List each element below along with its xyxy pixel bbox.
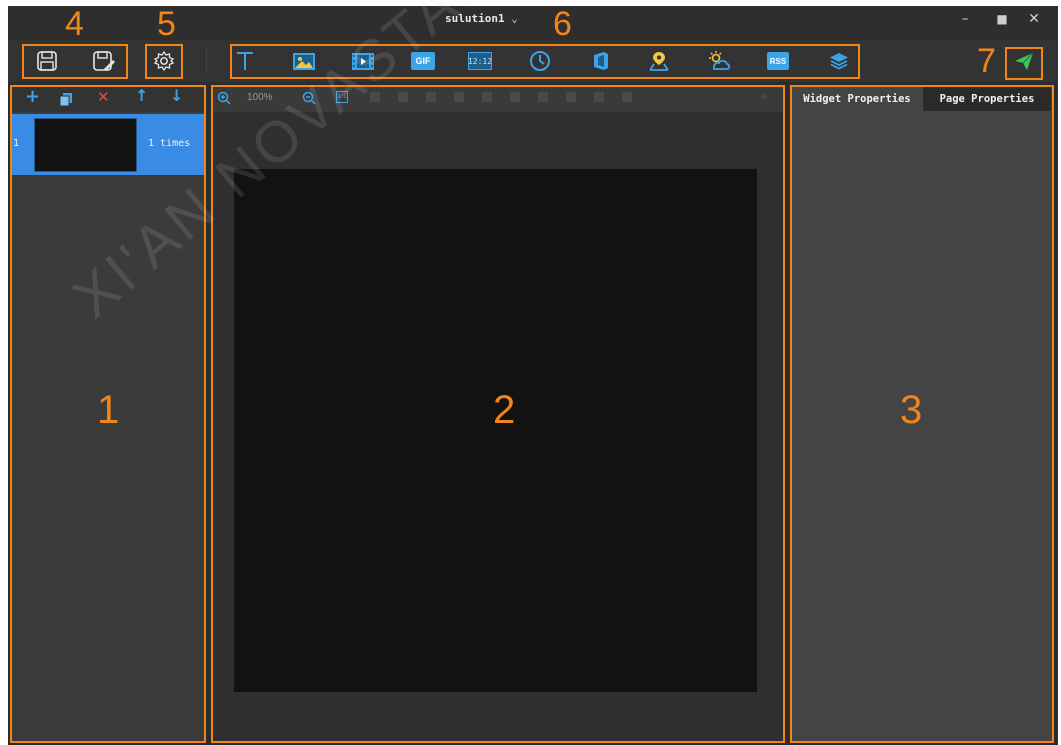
chevron-down-icon[interactable]: ⌄ xyxy=(511,12,518,25)
callout-2: 2 xyxy=(493,388,516,432)
callout-4: 4 xyxy=(65,5,84,43)
rss-icon: RSS xyxy=(767,52,789,70)
toolbar-separator xyxy=(206,48,207,74)
save-icon xyxy=(37,51,57,71)
callout-1: 1 xyxy=(97,388,120,432)
save-as-button[interactable] xyxy=(90,48,118,74)
close-icon[interactable]: ✕ xyxy=(1024,10,1044,28)
settings-button[interactable] xyxy=(150,48,178,74)
office-button[interactable] xyxy=(587,48,615,74)
minimize-icon[interactable]: – xyxy=(955,10,975,28)
map-pin-icon xyxy=(649,52,669,71)
weather-button[interactable] xyxy=(705,48,733,74)
layers-button[interactable] xyxy=(825,48,853,74)
digital-clock-button[interactable]: 12:12 xyxy=(466,48,494,74)
text-button[interactable] xyxy=(231,48,259,74)
callout-7: 7 xyxy=(977,42,996,80)
layers-icon xyxy=(830,53,848,70)
weather-icon xyxy=(709,51,731,70)
callout-6: 6 xyxy=(553,5,572,43)
map-button[interactable] xyxy=(645,48,673,74)
save-as-icon xyxy=(93,51,115,71)
office-icon xyxy=(594,52,608,70)
rss-button[interactable]: RSS xyxy=(764,48,792,74)
callout-3: 3 xyxy=(900,388,923,432)
callout-5: 5 xyxy=(157,5,176,43)
analog-clock-button[interactable] xyxy=(526,48,554,74)
gear-icon xyxy=(153,50,175,72)
digital-clock-icon: 12:12 xyxy=(468,52,492,70)
analog-clock-icon xyxy=(530,51,550,71)
maximize-icon[interactable]: ■ xyxy=(992,10,1012,28)
send-icon xyxy=(1015,52,1034,70)
save-button[interactable] xyxy=(33,48,61,74)
text-icon xyxy=(237,52,253,70)
publish-button[interactable] xyxy=(1010,48,1038,74)
